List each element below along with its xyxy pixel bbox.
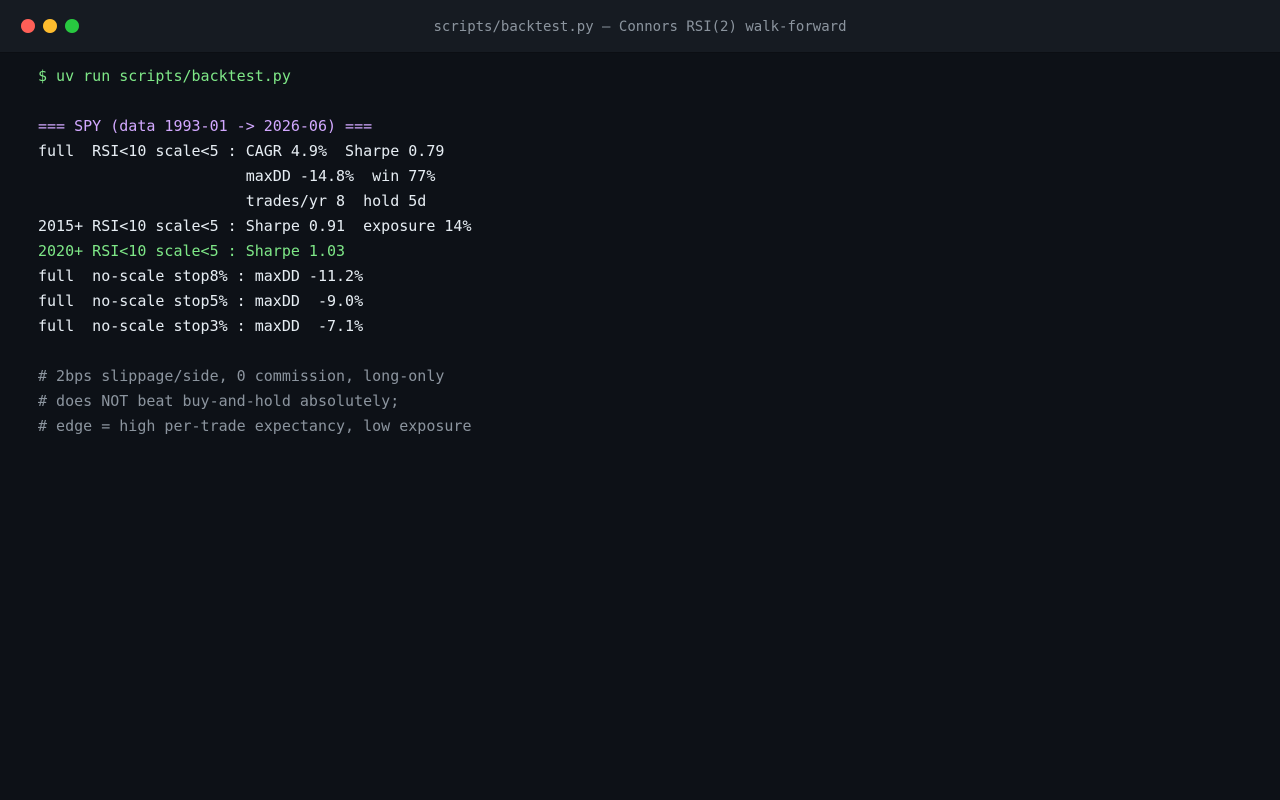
output-line: 2015+ RSI<10 scale<5 : Sharpe 0.91 expos… [38, 217, 472, 235]
output-line: full RSI<10 scale<5 : CAGR 4.9% Sharpe 0… [38, 142, 445, 160]
section-header: === SPY (data 1993-01 -> 2026-06) === [38, 117, 373, 135]
comment-line: # edge = high per-trade expectancy, low … [38, 417, 472, 435]
title-bar: scripts/backtest.py — Connors RSI(2) wal… [0, 0, 1280, 53]
output-line: maxDD -14.8% win 77% [38, 167, 436, 185]
output-line: trades/yr 8 hold 5d [38, 192, 427, 210]
command-line: $ uv run scripts/backtest.py [38, 67, 291, 85]
terminal-output[interactable]: $ uv run scripts/backtest.py === SPY (dat… [38, 64, 1258, 439]
comment-line: # does NOT beat buy-and-hold absolutely; [38, 392, 400, 410]
output-line: full no-scale stop8% : maxDD -11.2% [38, 267, 364, 285]
output-line: full no-scale stop5% : maxDD -9.0% [38, 292, 364, 310]
output-line: full no-scale stop3% : maxDD -7.1% [38, 317, 364, 335]
comment-line: # 2bps slippage/side, 0 commission, long… [38, 367, 445, 385]
window-title: scripts/backtest.py — Connors RSI(2) wal… [433, 19, 847, 35]
terminal-window: scripts/backtest.py — Connors RSI(2) wal… [0, 0, 1280, 800]
highlighted-output-line: 2020+ RSI<10 scale<5 : Sharpe 1.03 [38, 242, 346, 260]
